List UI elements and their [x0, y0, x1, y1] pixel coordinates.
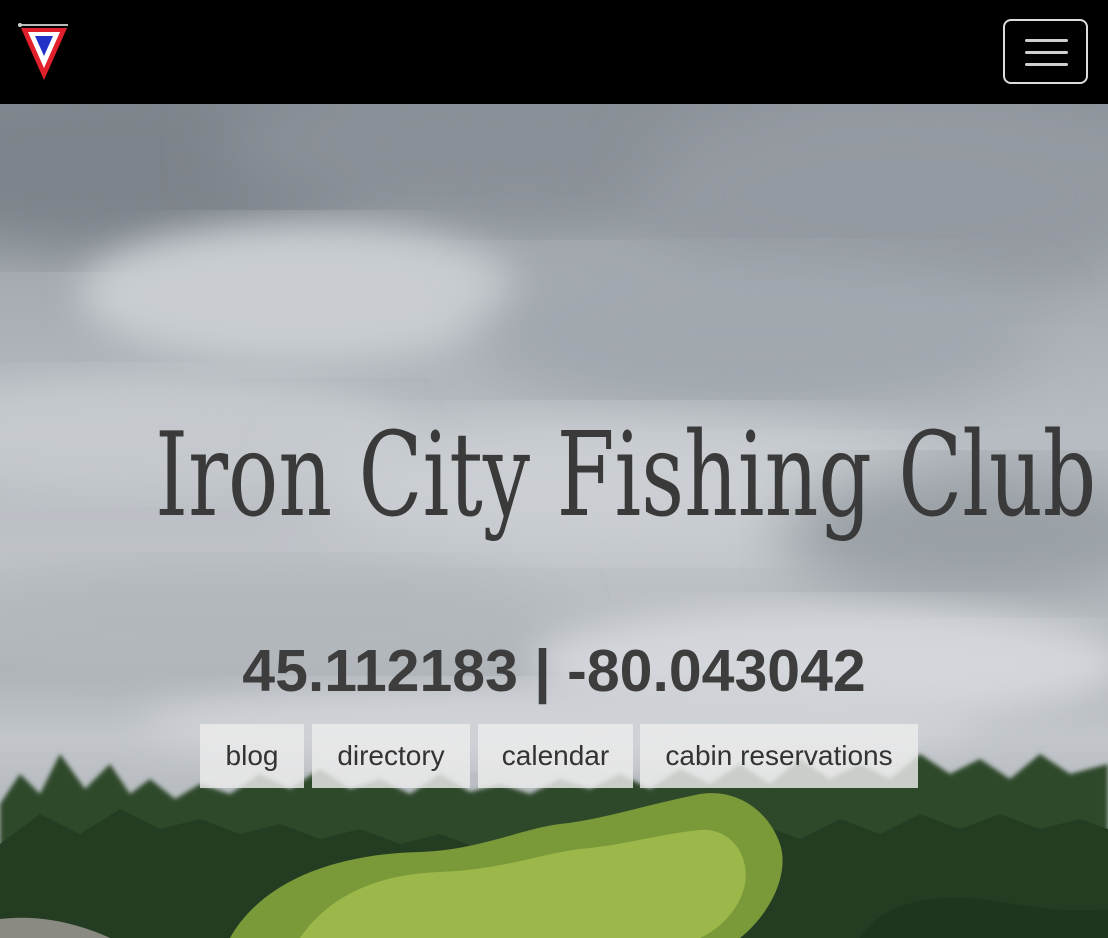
hero-background: Iron City Fishing Club 45.112183 | -80.0…	[0, 104, 1108, 938]
coordinates-text: 45.112183 | -80.043042	[242, 638, 866, 704]
hamburger-menu-icon-bar	[1025, 51, 1068, 54]
page: Iron City Fishing Club 45.112183 | -80.0…	[0, 0, 1108, 938]
cabin-reservations-link[interactable]: cabin reservations	[640, 724, 918, 788]
burgee-flag-icon	[18, 23, 68, 80]
hero-nav-links: blog directory calendar cabin reservatio…	[0, 724, 1108, 788]
site-title: Iron City Fishing Club	[155, 408, 1097, 543]
hamburger-menu-icon	[1025, 39, 1068, 42]
club-logo-link[interactable]	[18, 22, 70, 82]
calendar-link[interactable]: calendar	[478, 724, 633, 788]
hamburger-menu-icon-bar	[1025, 63, 1068, 66]
blog-link[interactable]: blog	[200, 724, 304, 788]
navbar	[0, 0, 1108, 104]
menu-toggle-button[interactable]	[1003, 19, 1088, 84]
directory-link[interactable]: directory	[312, 724, 470, 788]
